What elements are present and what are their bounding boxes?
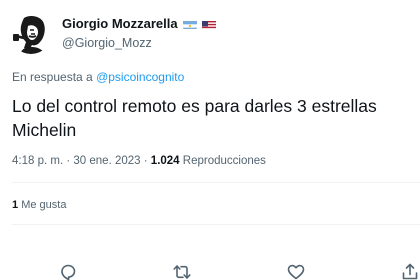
views-count: 1.024 <box>150 155 180 167</box>
likes-count: 1 <box>12 199 19 211</box>
author-handle[interactable]: @Giorgio_Mozz <box>62 36 216 50</box>
views-label: Reproducciones <box>182 155 266 167</box>
tweet-card: Giorgio Mozzarella @Giorgio_Mozz En resp… <box>0 0 420 280</box>
tweet-time[interactable]: 4:18 p. m. <box>12 155 63 167</box>
author-name[interactable]: Giorgio Mozzarella <box>62 16 178 32</box>
likes-label: Me gusta <box>21 199 67 211</box>
tweet-date[interactable]: 30 ene. 2023 <box>73 155 140 167</box>
man-with-pipe-avatar-icon[interactable] <box>10 12 52 54</box>
reply-icon[interactable] <box>58 262 78 280</box>
tweet-meta: 4:18 p. m. · 30 ene. 2023 · 1.024 Reprod… <box>12 155 266 167</box>
divider <box>12 182 420 183</box>
reply-prefix: En respuesta a <box>12 70 93 84</box>
likes-summary[interactable]: 1 Me gusta <box>12 199 66 211</box>
divider <box>12 224 420 225</box>
like-icon[interactable] <box>286 262 306 280</box>
meta-separator: · <box>143 155 148 167</box>
tweet-text: Lo del control remoto es para darles 3 e… <box>12 96 377 140</box>
flag-argentina-icon <box>182 19 197 29</box>
action-bar <box>0 262 420 280</box>
reply-context: En respuesta a @psicoincognito <box>12 70 184 84</box>
reply-mention-link[interactable]: @psicoincognito <box>96 70 184 84</box>
meta-separator: · <box>66 155 71 167</box>
share-icon[interactable] <box>400 262 420 280</box>
author-block: Giorgio Mozzarella @Giorgio_Mozz <box>62 16 216 50</box>
retweet-icon[interactable] <box>172 262 192 280</box>
flag-usa-icon <box>201 19 216 29</box>
